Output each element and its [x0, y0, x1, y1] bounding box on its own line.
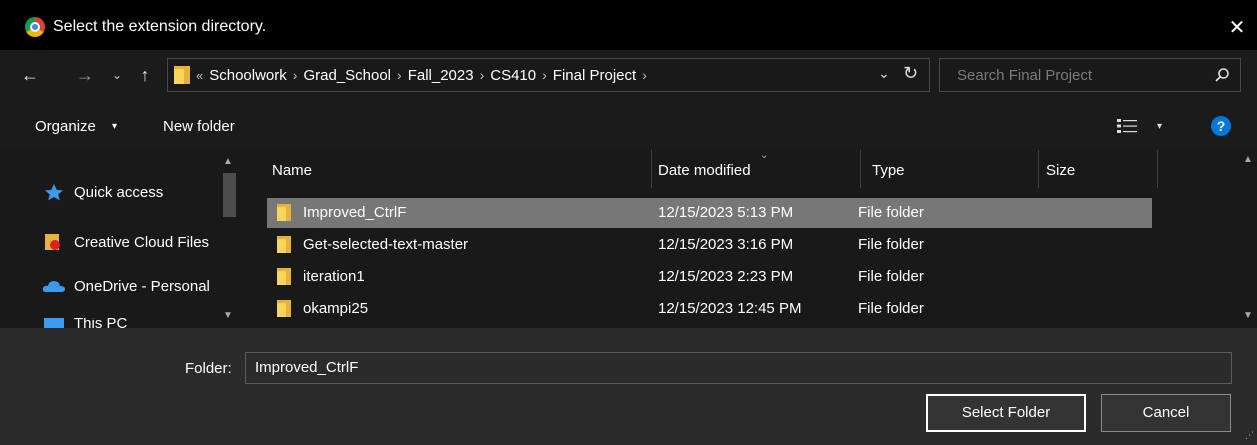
scrollbar-thumb[interactable]	[223, 173, 236, 217]
sidebar-item-quick-access[interactable]: Quick access	[42, 180, 225, 204]
column-divider[interactable]	[860, 150, 861, 188]
file-list: ⌄ Name Date modified Type Size Improved_…	[240, 150, 1257, 328]
new-folder-button[interactable]: New folder	[163, 118, 235, 135]
scroll-up-icon[interactable]: ▲	[223, 156, 233, 167]
navigation-pane: Quick access Creative Cloud Files OneDri…	[0, 150, 240, 328]
folder-icon	[277, 268, 291, 285]
help-icon[interactable]: ?	[1211, 116, 1231, 136]
scroll-down-icon[interactable]: ▼	[223, 310, 233, 321]
file-date: 12/15/2023 3:16 PM	[658, 236, 794, 253]
file-row[interactable]: okampi25 12/15/2023 12:45 PM File folder	[267, 294, 1152, 324]
window-title: Select the extension directory.	[53, 18, 267, 35]
column-header-label: Name	[272, 162, 313, 179]
search-input[interactable]: Search Final Project	[939, 58, 1241, 92]
file-type: File folder	[858, 300, 924, 317]
close-button[interactable]: ✕	[1217, 8, 1257, 48]
title-bar: Select the extension directory. ✕	[0, 0, 1257, 50]
navigation-bar: ← → ⌄ ↑ « Schoolwork › Grad_School › Fal…	[0, 50, 1257, 100]
file-date: 12/15/2023 2:23 PM	[658, 268, 794, 285]
breadcrumb-separator[interactable]: ›	[293, 67, 298, 83]
folder-name-field[interactable]: Improved_CtrlF	[245, 352, 1232, 384]
scroll-up-icon[interactable]: ▲	[1243, 154, 1253, 165]
recent-locations-chevron-icon[interactable]: ⌄	[109, 62, 125, 88]
file-name: Get-selected-text-master	[303, 236, 469, 253]
creative-cloud-icon	[45, 234, 60, 250]
sidebar-item-creative-cloud[interactable]: Creative Cloud Files	[42, 230, 225, 254]
breadcrumb-overflow[interactable]: «	[196, 68, 203, 83]
folder-icon	[174, 66, 190, 84]
sidebar-item-onedrive[interactable]: OneDrive - Personal	[42, 274, 225, 298]
select-folder-button[interactable]: Select Folder	[926, 394, 1086, 432]
breadcrumb-separator[interactable]: ›	[642, 67, 647, 83]
breadcrumb-separator[interactable]: ›	[397, 67, 402, 83]
folder-label: Folder:	[185, 360, 232, 377]
address-bar[interactable]: « Schoolwork › Grad_School › Fall_2023 ›…	[167, 58, 930, 92]
column-header-date[interactable]: Date modified	[658, 150, 858, 188]
file-type: File folder	[858, 204, 924, 221]
file-name: iteration1	[303, 268, 365, 285]
file-type: File folder	[858, 236, 924, 253]
cancel-button[interactable]: Cancel	[1101, 394, 1231, 432]
file-name: Improved_CtrlF	[303, 204, 407, 221]
file-row[interactable]: Improved_CtrlF 12/15/2023 5:13 PM File f…	[267, 198, 1152, 228]
refresh-icon[interactable]: ↻	[903, 63, 923, 84]
search-placeholder: Search Final Project	[957, 67, 1093, 84]
command-toolbar: Organize ▾ New folder ▾ ?	[0, 100, 1257, 150]
resize-grip-icon[interactable]: ⋰	[1245, 431, 1255, 443]
column-divider[interactable]	[651, 150, 652, 188]
file-list-scrollbar[interactable]: ▲ ▼	[1239, 150, 1257, 328]
column-header-size[interactable]: Size	[1046, 150, 1156, 188]
chrome-icon	[25, 17, 45, 37]
scroll-down-icon[interactable]: ▼	[1243, 310, 1253, 321]
column-header-type[interactable]: Type	[872, 150, 1032, 188]
breadcrumb-final-project[interactable]: Final Project	[553, 67, 636, 84]
column-header-label: Type	[872, 162, 905, 179]
file-date: 12/15/2023 5:13 PM	[658, 204, 794, 221]
breadcrumb-fall-2023[interactable]: Fall_2023	[408, 67, 474, 84]
folder-icon	[277, 236, 291, 253]
file-row[interactable]: Get-selected-text-master 12/15/2023 3:16…	[267, 230, 1152, 260]
content-area: Quick access Creative Cloud Files OneDri…	[0, 150, 1257, 328]
chevron-down-icon[interactable]: ▾	[112, 121, 117, 132]
breadcrumb-separator[interactable]: ›	[542, 67, 547, 83]
back-arrow-icon[interactable]: ←	[18, 62, 42, 88]
dialog-footer: Folder: Improved_CtrlF Select Folder Can…	[0, 328, 1257, 445]
view-options-icon[interactable]	[1117, 119, 1137, 133]
file-row[interactable]: iteration1 12/15/2023 2:23 PM File folde…	[267, 262, 1152, 292]
folder-icon	[277, 204, 291, 221]
computer-icon	[44, 318, 64, 328]
breadcrumb-separator[interactable]: ›	[480, 67, 485, 83]
sidebar-item-label: Quick access	[74, 183, 164, 201]
file-type: File folder	[858, 268, 924, 285]
column-header-label: Date modified	[658, 162, 751, 179]
star-icon	[45, 184, 63, 201]
search-icon[interactable]	[1214, 67, 1230, 83]
file-name: okampi25	[303, 300, 369, 317]
sidebar-scrollbar[interactable]: ▲ ▼	[219, 150, 237, 328]
address-dropdown-icon[interactable]: ⌄	[878, 65, 896, 82]
file-date: 12/15/2023 12:45 PM	[658, 300, 802, 317]
breadcrumb-schoolwork[interactable]: Schoolwork	[209, 67, 287, 84]
organize-button[interactable]: Organize	[35, 118, 96, 135]
folder-icon	[277, 300, 291, 317]
breadcrumb-cs410[interactable]: CS410	[490, 67, 536, 84]
breadcrumb: « Schoolwork › Grad_School › Fall_2023 ›…	[196, 59, 653, 91]
column-divider[interactable]	[1038, 150, 1039, 188]
breadcrumb-grad-school[interactable]: Grad_School	[303, 67, 391, 84]
column-header-name[interactable]: Name	[272, 150, 652, 188]
forward-arrow-icon[interactable]: →	[73, 62, 97, 88]
column-divider[interactable]	[1157, 150, 1158, 188]
view-chevron-icon[interactable]: ▾	[1157, 121, 1162, 132]
sidebar-item-this-pc[interactable]: This PC	[42, 318, 225, 328]
sidebar-item-label: This PC	[74, 318, 128, 328]
up-arrow-icon[interactable]: ↑	[133, 62, 157, 88]
column-header-label: Size	[1046, 162, 1076, 179]
sidebar-item-label: Creative Cloud Files	[74, 233, 210, 251]
onedrive-icon	[42, 281, 65, 292]
sidebar-item-label: OneDrive - Personal	[74, 277, 210, 295]
